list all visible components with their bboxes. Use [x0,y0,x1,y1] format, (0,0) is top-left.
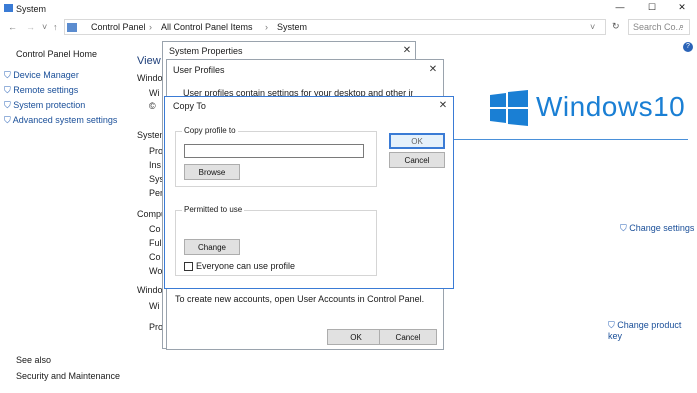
search-icon[interactable]: ⌕ [679,21,684,32]
maximize-button[interactable]: ☐ [642,2,662,13]
shield-icon: ⛉ [620,223,627,233]
section-row: Pro [149,146,164,156]
title-bar: System — ☐ ✕ [0,0,697,18]
section-row: Ins [149,160,162,170]
section-row: Co [149,224,161,234]
sidebar-item-label: System protection [13,100,86,110]
ok-button[interactable]: OK [389,133,445,149]
window-title: System [16,4,47,14]
see-also-heading: See also [16,355,52,365]
change-settings-label: Change settings [629,223,695,233]
sidebar-home-link[interactable]: Control Panel Home [16,49,97,59]
windows-logo: Windows10 [490,88,685,128]
copy-profile-group: Copy profile to Browse [175,126,377,187]
change-settings-link[interactable]: ⛉ Change settings [620,223,694,234]
security-maintenance-link[interactable]: Security and Maintenance [16,371,120,381]
control-panel-icon [67,23,77,32]
help-icon[interactable]: ? [683,42,693,52]
address-dropdown-icon[interactable]: ˅ [590,22,595,32]
browse-button[interactable]: Browse [184,164,240,180]
group-label: Permitted to use [182,205,245,214]
everyone-label: Everyone can use profile [196,261,296,271]
up-icon[interactable]: ↑ [53,22,58,32]
sidebar-item-label: Device Manager [13,70,79,80]
back-icon[interactable]: ← [8,22,17,32]
sidebar-item-system-protection[interactable]: ⛉ System protection [4,100,85,111]
section-row: Wo [149,266,163,276]
breadcrumb-system[interactable]: System [277,22,307,32]
breadcrumb-all-items[interactable]: All Control Panel Items [161,22,253,32]
section-row: Ful [149,238,162,248]
section-row: Wi [149,88,160,98]
sidebar-item-label: Remote settings [13,85,79,95]
forward-icon[interactable]: → [26,22,35,32]
logo-divider [448,139,688,140]
dialog-title: System Properties [169,46,243,56]
page-heading: View [137,55,161,67]
address-bar[interactable]: Control Panel › All Control Panel Items … [64,19,606,35]
windows-logo-text: Windows10 [536,91,686,122]
breadcrumb-control-panel[interactable]: Control Panel [91,22,146,32]
sidebar-item-label: Advanced system settings [12,115,118,125]
sidebar-item-advanced-settings[interactable]: ⛉ Advanced system settings [4,115,117,126]
breadcrumb-separator: › [149,22,152,32]
shield-icon: ⛉ [608,320,615,330]
minimize-button[interactable]: — [610,2,630,12]
close-icon[interactable]: ✕ [399,44,415,58]
change-product-key-link[interactable]: ⛉ Change product key [608,320,697,341]
refresh-icon[interactable]: ↻ [612,21,620,32]
section-row: Wi [149,301,160,311]
dialog-title: User Profiles [173,65,225,75]
shield-icon: ⛉ [4,85,11,95]
change-button[interactable]: Change [184,239,240,255]
breadcrumb-separator: › [265,22,268,32]
close-icon[interactable]: ✕ [435,99,451,113]
recent-chevron-icon[interactable]: ˅ [42,22,47,32]
dialog-title: Copy To [173,101,206,111]
copy-to-dialog: Copy To ✕ Copy profile to Browse Permitt… [164,96,454,289]
cancel-button[interactable]: Cancel [389,152,445,168]
system-icon [4,4,13,12]
change-product-key-label: Change product key [608,320,682,341]
close-button[interactable]: ✕ [672,2,692,13]
copy-path-input[interactable] [184,144,364,158]
close-icon[interactable]: ✕ [425,63,441,77]
search-box[interactable]: Search Co... ⌕ [628,19,690,35]
section-row: © [149,101,156,111]
address-row: ← → ˅ ↑ Control Panel › All Control Pane… [0,19,697,37]
windows-flag-icon [490,90,528,126]
search-input[interactable]: Search Co... [633,22,683,32]
sidebar-item-device-manager[interactable]: ⛉ Device Manager [4,70,79,81]
shield-icon: ⛉ [4,115,11,125]
cancel-button[interactable]: Cancel [379,329,437,345]
permitted-group: Permitted to use Change Everyone can use… [175,205,377,276]
section-row: Pro [149,322,164,332]
shield-icon: ⛉ [4,70,11,80]
group-label: Copy profile to [182,126,238,135]
shield-icon: ⛉ [4,100,11,110]
sidebar-item-remote-settings[interactable]: ⛉ Remote settings [4,85,78,96]
ok-button[interactable]: OK [327,329,385,345]
everyone-checkbox[interactable] [184,262,193,271]
profiles-footer-text: To create new accounts, open User Accoun… [175,294,425,304]
section-row: Co [149,252,161,262]
